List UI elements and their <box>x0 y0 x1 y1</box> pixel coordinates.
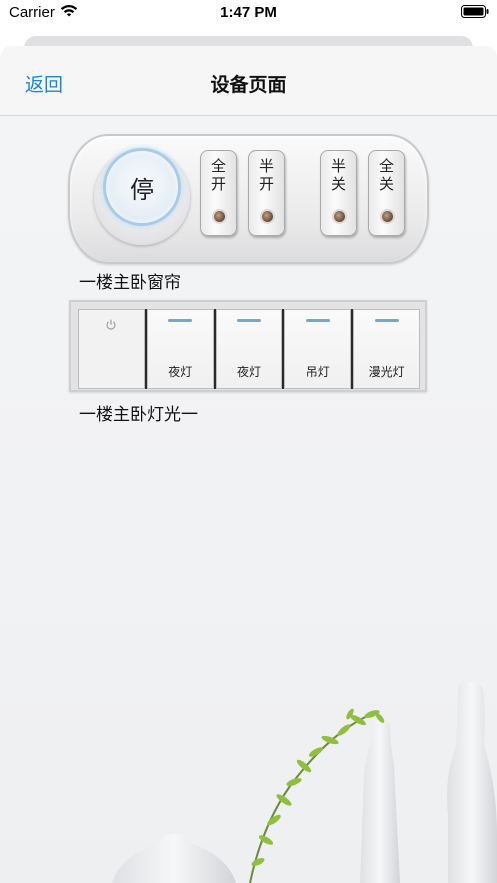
clock: 1:47 PM <box>220 4 277 21</box>
curtain-device-name: 一楼主卧窗帘 <box>79 273 181 293</box>
key-indicator <box>374 319 399 322</box>
key-indicator <box>305 319 330 322</box>
curtain-full-open-label: 全 开 <box>210 157 226 193</box>
curtain-full-close-label: 全 关 <box>378 157 394 193</box>
curtain-half-open-label: 半 开 <box>258 157 274 193</box>
light-switch-keys: 夜灯 夜灯 吊灯 漫光灯 <box>78 309 420 389</box>
vase-decoration-image <box>112 681 497 883</box>
light-key-label: 夜灯 <box>168 365 193 379</box>
light-switch-panel: 夜灯 夜灯 吊灯 漫光灯 <box>69 300 427 392</box>
curtain-stop-button[interactable]: 停 <box>103 148 181 226</box>
curtain-half-close-label: 半 关 <box>330 157 346 193</box>
light-key-label: 吊灯 <box>305 365 330 379</box>
light-key-label: 漫光灯 <box>368 365 405 379</box>
indicator-led-icon <box>382 211 393 222</box>
device-sheet: 返回 设备页面 停 全 开 半 开 半 关 全 关 一楼主卧窗帘 夜灯 夜灯 吊… <box>0 46 497 883</box>
nav-bar: 返回 设备页面 <box>0 46 497 116</box>
curtain-half-close-button[interactable]: 半 关 <box>320 150 357 236</box>
indicator-led-icon <box>214 211 225 222</box>
curtain-full-open-button[interactable]: 全 开 <box>200 150 237 236</box>
indicator-led-icon <box>262 211 273 222</box>
key-indicator <box>168 319 193 322</box>
key-indicator <box>236 319 261 322</box>
curtain-full-close-button[interactable]: 全 关 <box>368 150 405 236</box>
battery-icon <box>461 5 489 22</box>
power-button[interactable] <box>78 309 145 389</box>
light-key-night-1[interactable]: 夜灯 <box>146 309 214 389</box>
curtain-half-open-button[interactable]: 半 开 <box>248 150 285 236</box>
light-key-label: 夜灯 <box>236 365 261 379</box>
indicator-led-icon <box>334 211 345 222</box>
status-bar: Carrier 1:47 PM <box>0 0 497 26</box>
light-key-diffuse[interactable]: 漫光灯 <box>353 309 420 389</box>
light-device-name: 一楼主卧灯光一 <box>79 405 198 425</box>
power-icon <box>106 319 116 330</box>
light-key-night-2[interactable]: 夜灯 <box>215 309 283 389</box>
page-title: 设备页面 <box>210 74 287 96</box>
light-key-pendant[interactable]: 吊灯 <box>284 309 352 389</box>
